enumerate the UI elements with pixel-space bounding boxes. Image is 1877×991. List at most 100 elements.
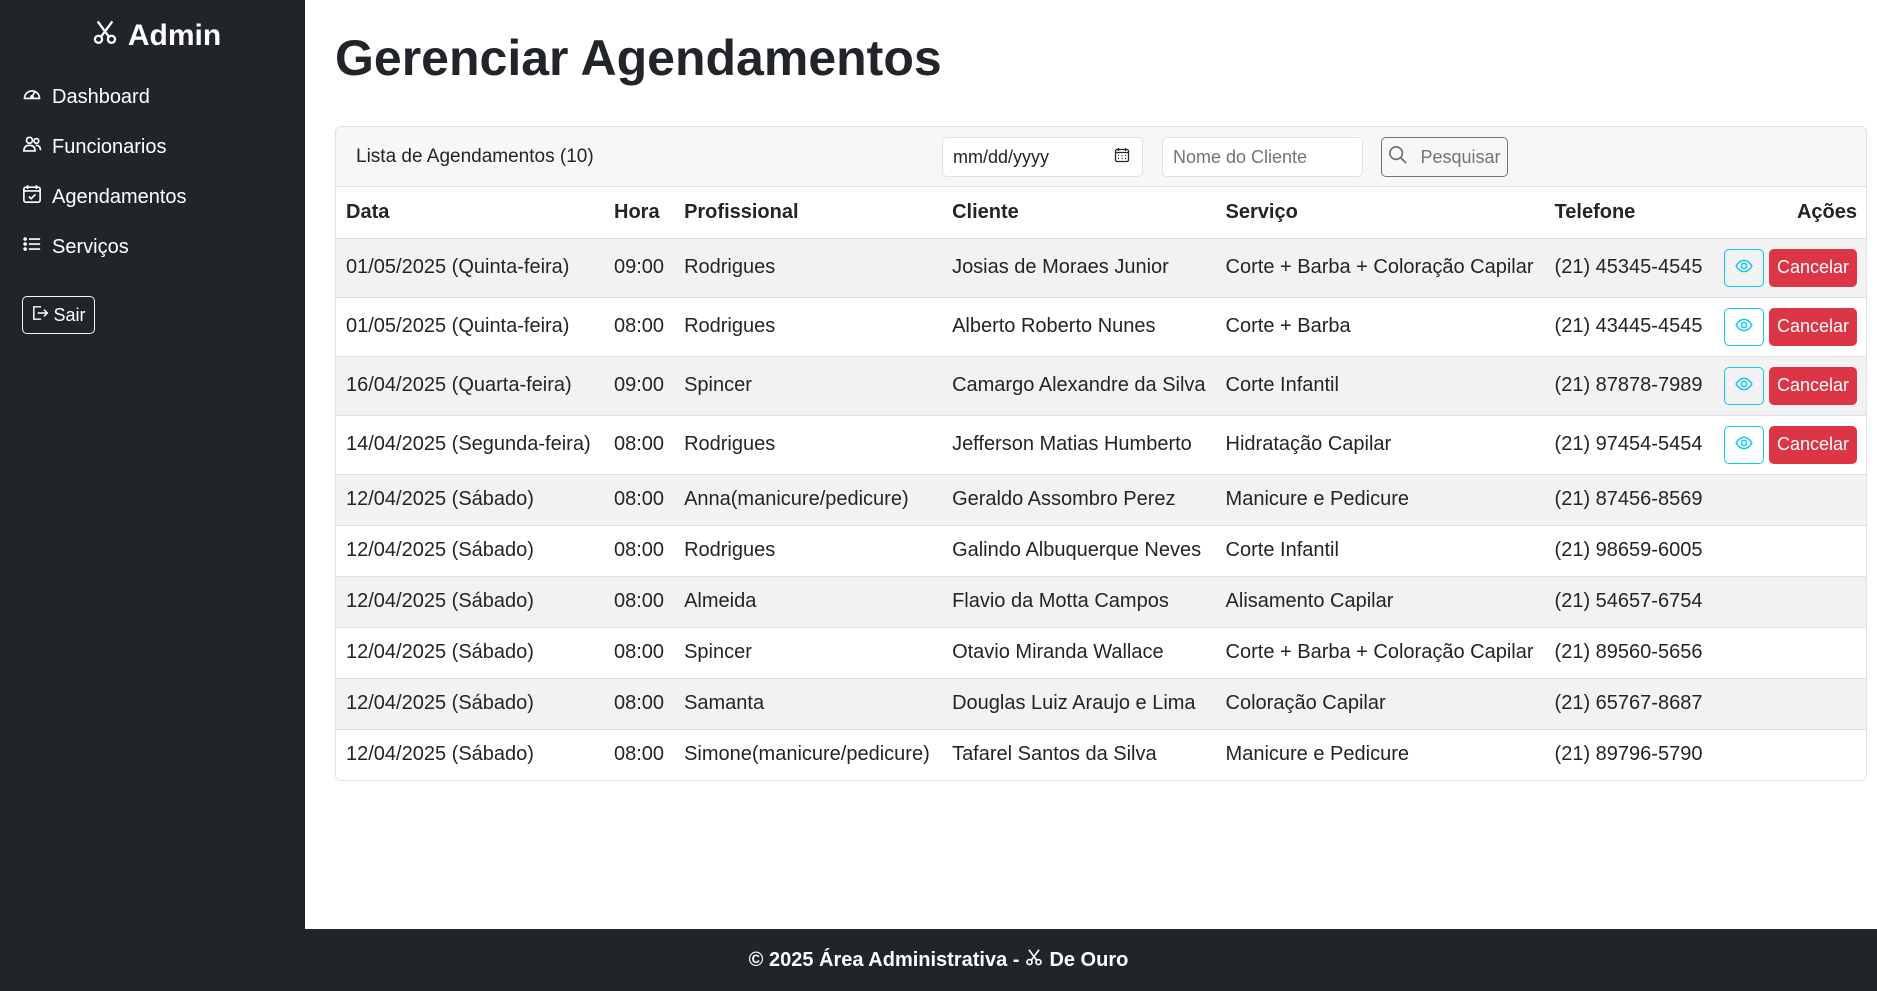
main-content: Gerenciar Agendamentos Lista de Agendame… (305, 0, 1877, 929)
cell-profissional: Rodrigues (674, 297, 943, 357)
cell-telefone: (21) 87456-8569 (1544, 474, 1713, 526)
table-row: 12/04/2025 (Sábado) 08:00 Simone(manicure/… (336, 729, 1866, 780)
sidebar-item-label: Funcionarios (52, 135, 167, 158)
eye-icon (1735, 375, 1753, 396)
cell-hora: 08:00 (604, 297, 675, 357)
cell-profissional: Almeida (674, 576, 943, 628)
calendar-icon[interactable] (1114, 147, 1130, 168)
column-header-acoes: Ações (1712, 187, 1866, 239)
cell-acoes (1712, 525, 1866, 577)
cell-data: 14/04/2025 (Segunda-feira) (336, 415, 604, 475)
view-button[interactable] (1724, 366, 1764, 405)
cell-cliente: Jefferson Matias Humberto (942, 415, 1216, 475)
table-row: 12/04/2025 (Sábado) 08:00 Anna(manicure/pe… (336, 474, 1866, 526)
scissors-icon (1019, 947, 1049, 973)
cancel-button[interactable]: Cancelar (1769, 307, 1857, 346)
brand[interactable]: Admin (0, 0, 305, 72)
cell-data: 12/04/2025 (Sábado) (336, 627, 604, 679)
cell-servico: Corte + Barba (1215, 297, 1545, 357)
view-button[interactable] (1724, 425, 1764, 464)
table-row: 12/04/2025 (Sábado) 08:00 Almeida Flavio da… (336, 576, 1866, 628)
date-placeholder: mm/dd/yyyy (953, 146, 1050, 167)
cell-servico: Corte + Barba + Coloração Capilar (1215, 238, 1545, 298)
cell-cliente: Douglas Luiz Araujo e Lima (942, 678, 1216, 730)
cell-servico: Manicure e Pedicure (1215, 729, 1545, 780)
cell-hora: 08:00 (604, 474, 675, 526)
cell-cliente: Tafarel Santos da Silva (942, 729, 1216, 780)
sidebar-item-label: Dashboard (52, 85, 150, 108)
eye-icon (1735, 434, 1753, 455)
cell-data: 12/04/2025 (Sábado) (336, 576, 604, 628)
cell-data: 01/05/2025 (Quinta-feira) (336, 297, 604, 357)
column-header-profissional: Profissional (674, 187, 943, 239)
table-body: 01/05/2025 (Quinta-feira) 09:00 Rodrigues J… (336, 238, 1866, 780)
sidebar-item-agendamentos[interactable]: Agendamentos (0, 172, 305, 222)
logout-button[interactable]: Sair (22, 296, 95, 334)
cell-servico: Corte + Barba + Coloração Capilar (1215, 627, 1545, 679)
column-header-hora: Hora (604, 187, 675, 239)
page-title: Gerenciar Agendamentos (335, 30, 942, 86)
cell-cliente: Alberto Roberto Nunes (942, 297, 1216, 357)
cell-hora: 09:00 (604, 238, 675, 298)
cell-cliente: Otavio Miranda Wallace (942, 627, 1216, 679)
logout-label: Sair (53, 304, 86, 325)
cancel-button[interactable]: Cancelar (1769, 366, 1857, 405)
search-button[interactable]: Pesquisar (1381, 137, 1508, 177)
cell-servico: Hidratação Capilar (1215, 415, 1545, 475)
cell-hora: 08:00 (604, 415, 675, 475)
search-label: Pesquisar (1420, 146, 1501, 167)
calendar-check-icon (22, 184, 52, 210)
cell-servico: Coloração Capilar (1215, 678, 1545, 730)
client-name-input[interactable] (1162, 137, 1363, 177)
footer-suffix: De Ouro (1049, 948, 1129, 971)
cell-profissional: Spincer (674, 356, 943, 416)
footer-prefix: © 2025 Área Administrativa - (748, 948, 1020, 971)
cancel-button[interactable]: Cancelar (1769, 425, 1857, 464)
sidebar-item-funcionarios[interactable]: Funcionarios (0, 122, 305, 172)
column-header-telefone: Telefone (1544, 187, 1713, 239)
sidebar-item-dashboard[interactable]: Dashboard (0, 72, 305, 122)
cell-hora: 08:00 (604, 678, 675, 730)
table-row: 16/04/2025 (Quarta-feira) 09:00 Spincer Cam… (336, 356, 1866, 416)
cell-profissional: Rodrigues (674, 525, 943, 577)
cancel-button[interactable]: Cancelar (1769, 248, 1857, 287)
date-filter-input[interactable]: mm/dd/yyyy (942, 137, 1143, 177)
cell-acoes: Cancelar (1712, 238, 1866, 298)
cell-acoes (1712, 576, 1866, 628)
cell-acoes: Cancelar (1712, 356, 1866, 416)
column-header-data: Data (336, 187, 604, 239)
sidebar-item-label: Serviços (52, 235, 129, 258)
cell-profissional: Rodrigues (674, 238, 943, 298)
view-button[interactable] (1724, 248, 1764, 287)
cell-telefone: (21) 43445-4545 (1544, 297, 1713, 357)
list-icon (22, 234, 52, 260)
view-button[interactable] (1724, 307, 1764, 346)
table-row: 12/04/2025 (Sábado) 08:00 Rodrigues Galindo… (336, 525, 1866, 577)
cell-cliente: Flavio da Motta Campos (942, 576, 1216, 628)
table-header-row: Data Hora Profissional Cliente Serviço T… (336, 187, 1866, 239)
sidebar-item-servicos[interactable]: Serviços (0, 222, 305, 272)
brand-title: Admin (127, 19, 222, 52)
sidebar-item-label: Agendamentos (52, 185, 187, 208)
scissors-icon (92, 18, 128, 54)
appointments-table: Data Hora Profissional Cliente Serviço T… (336, 187, 1866, 780)
cell-cliente: Geraldo Assombro Perez (942, 474, 1216, 526)
cell-acoes (1712, 474, 1866, 526)
cell-acoes (1712, 627, 1866, 679)
appointments-card: Lista de Agendamentos (10) mm/dd/yyyy Pe… (335, 126, 1867, 781)
cell-telefone: (21) 65767-8687 (1544, 678, 1713, 730)
cell-hora: 09:00 (604, 356, 675, 416)
footer: © 2025 Área Administrativa - De Ouro (0, 929, 1877, 991)
cell-profissional: Anna(manicure/pedicure) (674, 474, 943, 526)
cell-profissional: Rodrigues (674, 415, 943, 475)
cell-cliente: Camargo Alexandre da Silva (942, 356, 1216, 416)
speedometer-icon (22, 84, 52, 110)
logout-icon (31, 304, 53, 327)
cell-telefone: (21) 98659-6005 (1544, 525, 1713, 577)
sidebar-nav: Dashboard Funcionarios Agendamentos Serv… (0, 72, 305, 272)
cell-telefone: (21) 97454-5454 (1544, 415, 1713, 475)
table-row: 12/04/2025 (Sábado) 08:00 Samanta Douglas L… (336, 678, 1866, 730)
cell-data: 01/05/2025 (Quinta-feira) (336, 238, 604, 298)
cell-telefone: (21) 87878-7989 (1544, 356, 1713, 416)
cell-servico: Corte Infantil (1215, 525, 1545, 577)
